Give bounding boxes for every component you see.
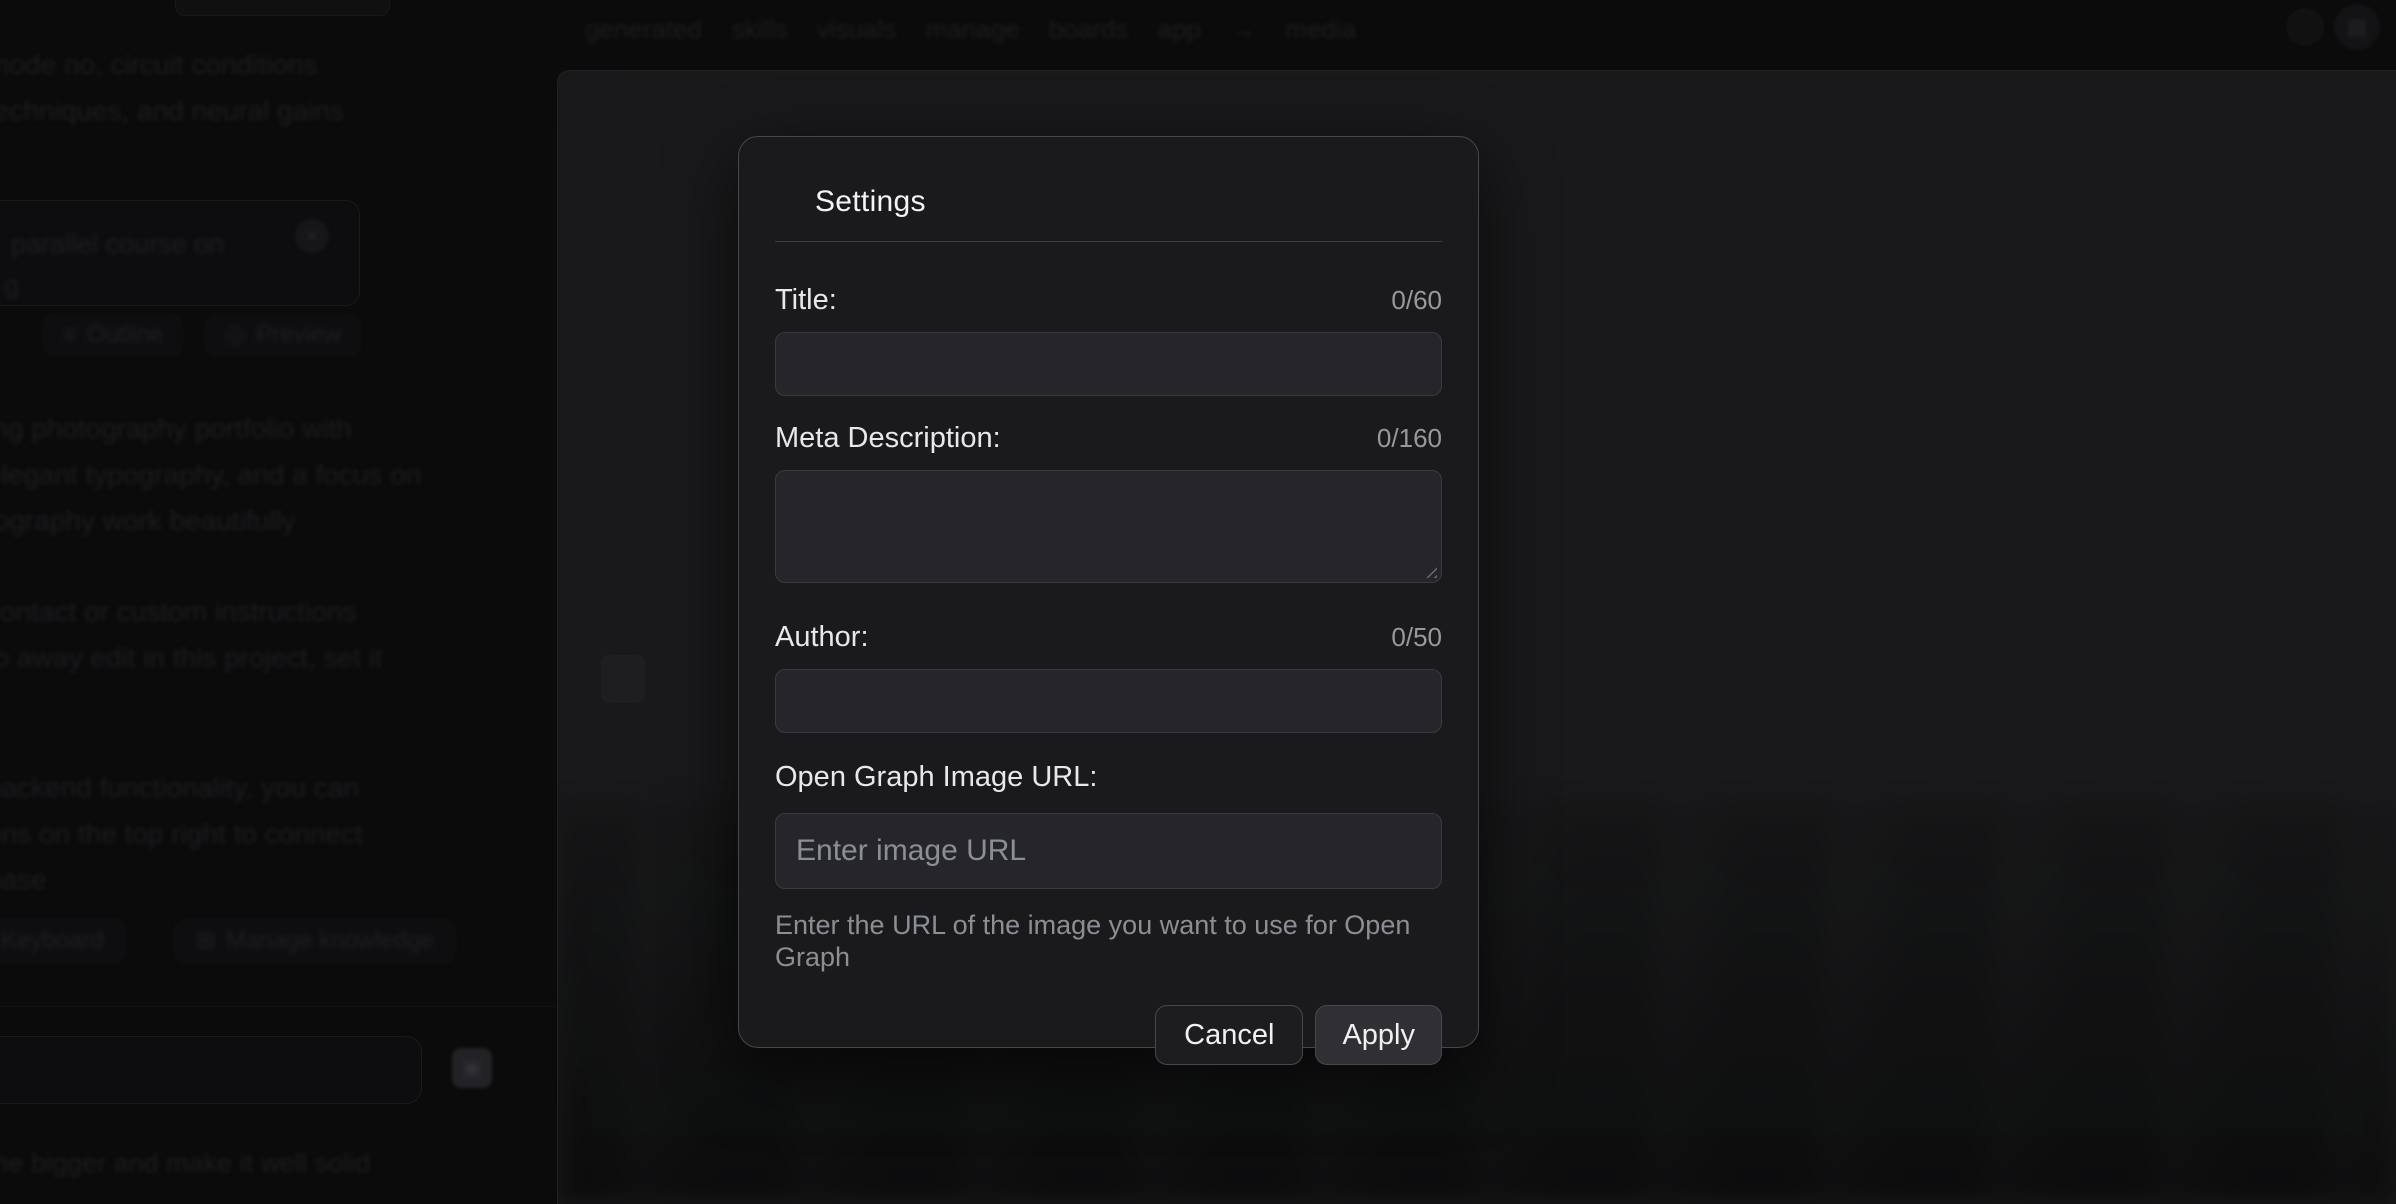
- author-char-counter: 0/50: [1391, 622, 1442, 653]
- modal-divider: [775, 241, 1442, 242]
- og-image-helper-text: Enter the URL of the image you want to u…: [775, 909, 1442, 973]
- author-label: Author:: [775, 621, 869, 653]
- apply-button[interactable]: Apply: [1315, 1005, 1442, 1065]
- og-image-url-label: Open Graph Image URL:: [775, 761, 1097, 793]
- modal-title: Settings: [815, 183, 1442, 221]
- og-image-url-input[interactable]: [775, 813, 1442, 889]
- meta-description-label: Meta Description:: [775, 422, 1001, 454]
- meta-description-textarea[interactable]: [775, 470, 1442, 583]
- cancel-button[interactable]: Cancel: [1155, 1005, 1303, 1065]
- meta-description-char-counter: 0/160: [1377, 423, 1442, 454]
- title-char-counter: 0/60: [1391, 285, 1442, 316]
- settings-modal: Settings Title: 0/60 Meta Description: 0…: [738, 136, 1479, 1048]
- title-input[interactable]: [775, 332, 1442, 396]
- title-label: Title:: [775, 284, 837, 316]
- author-input[interactable]: [775, 669, 1442, 733]
